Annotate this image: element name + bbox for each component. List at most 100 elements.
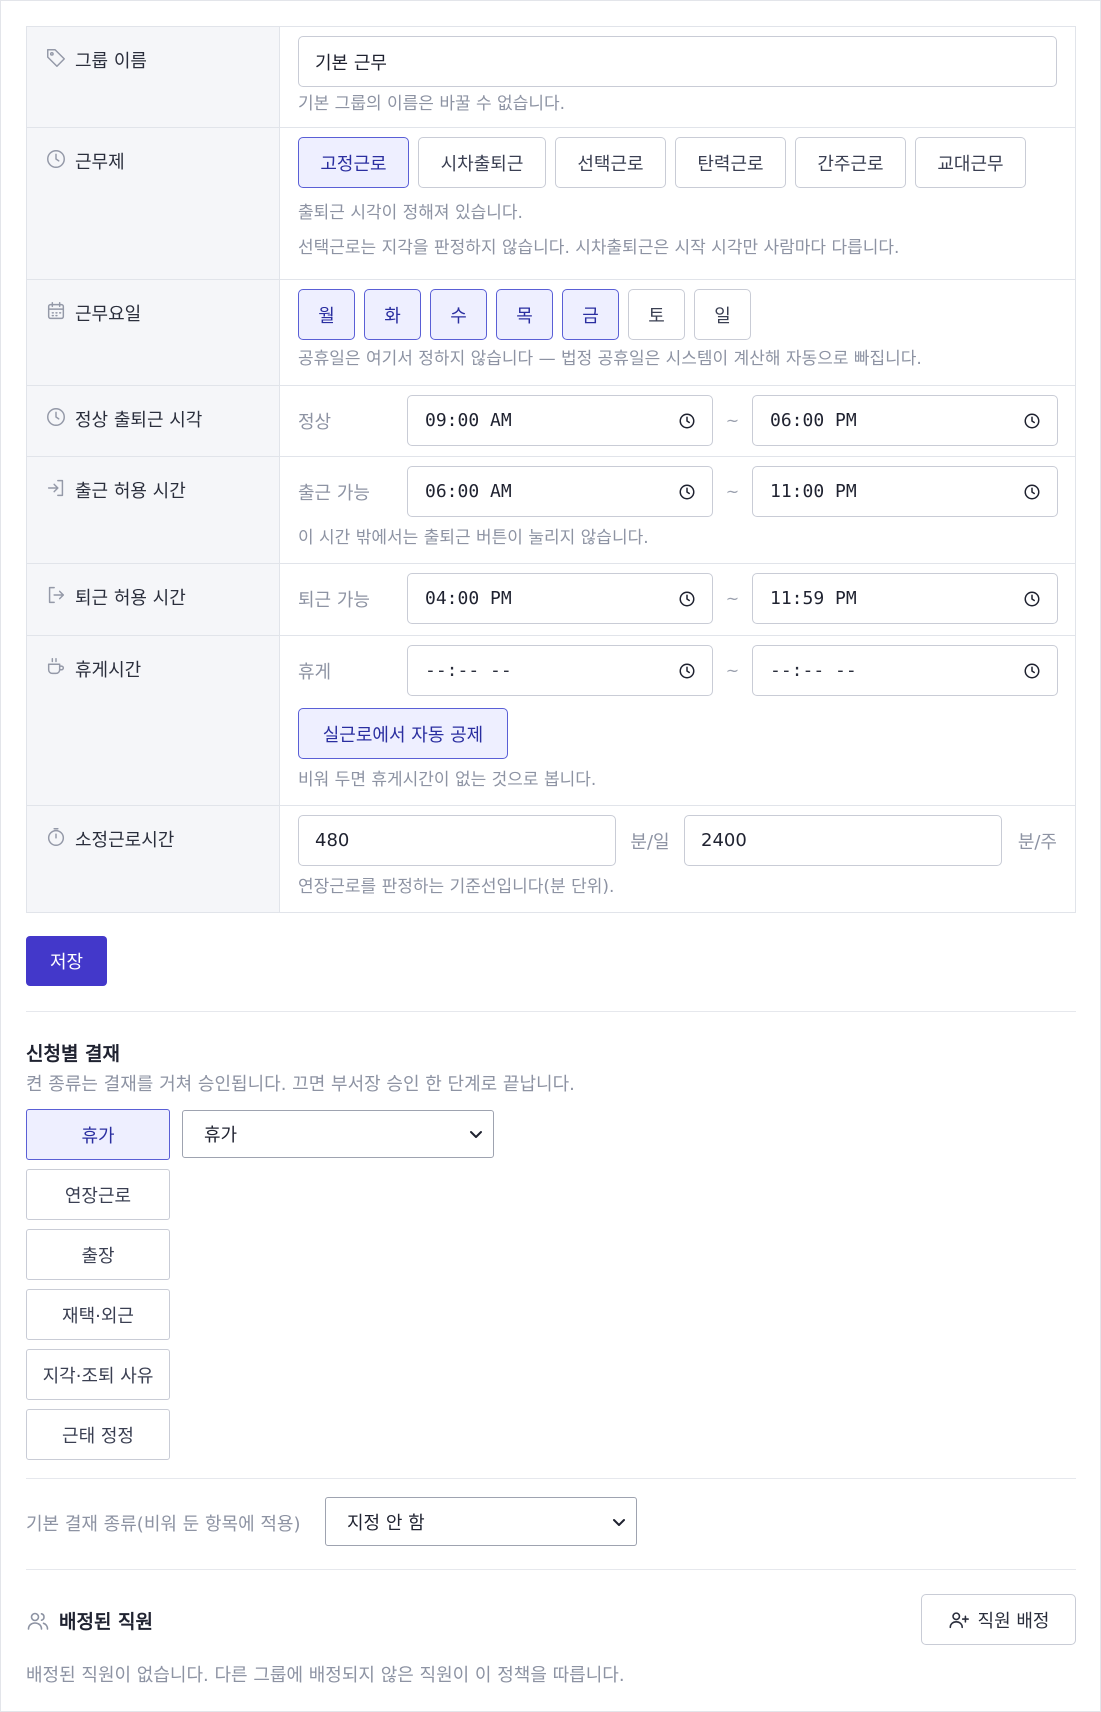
sign-out-icon xyxy=(45,584,67,606)
daily-minutes-input[interactable]: 480 xyxy=(298,815,616,866)
work-system-option-flexible[interactable]: 탄력근로 xyxy=(675,137,786,188)
assigned-section-title: 배정된 직원 xyxy=(59,1611,154,1633)
normal-start-time-input[interactable]: 09:00 AM xyxy=(407,395,713,446)
row-work-days: 근무요일 월 화 수 목 금 토 일 공휴일은 여기서 정하지 않습니다 — 법… xyxy=(27,280,1075,386)
break-start-time-input[interactable]: --:-- -- xyxy=(407,645,713,696)
standard-hours-label: 소정근로시간 xyxy=(75,830,175,851)
assign-employee-label: 직원 배정 xyxy=(977,1610,1050,1632)
work-days-help: 공휴일은 여기서 정하지 않습니다 — 법정 공휴일은 시스템이 계산해 자동으… xyxy=(298,349,922,369)
row-normal-time: 정상 출퇴근 시각 정상 09:00 AM ~ 06:00 PM xyxy=(27,386,1075,457)
save-button[interactable]: 저장 xyxy=(26,936,107,986)
divider xyxy=(26,1569,1076,1570)
label-work-days: 근무요일 xyxy=(27,280,280,385)
label-work-system: 근무제 xyxy=(27,128,280,279)
approval-flow-select[interactable]: 휴가 xyxy=(182,1110,494,1158)
approval-flow-value: 휴가 xyxy=(204,1125,238,1146)
day-chip-sat[interactable]: 토 xyxy=(628,289,685,340)
range-separator: ~ xyxy=(725,589,740,608)
work-system-option-fixed[interactable]: 고정근로 xyxy=(298,137,409,188)
clock-icon[interactable] xyxy=(1023,412,1041,430)
row-standard-hours: 소정근로시간 480 분/일 2400 분/주 연장근로를 판정하는 기준선입니… xyxy=(27,806,1075,912)
assign-employee-button[interactable]: 직원 배정 xyxy=(921,1594,1076,1645)
day-chip-thu[interactable]: 목 xyxy=(496,289,553,340)
users-icon xyxy=(26,1609,50,1633)
work-system-option-shift[interactable]: 교대근무 xyxy=(915,137,1026,188)
default-approval-value: 지정 안 함 xyxy=(347,1512,425,1534)
coffee-icon xyxy=(45,656,67,678)
divider xyxy=(26,1011,1076,1012)
break-end-time-input[interactable]: --:-- -- xyxy=(752,645,1058,696)
checkout-end-time-value: 11:59 PM xyxy=(770,588,857,609)
row-group-name: 그룹 이름 기본 근무 기본 그룹의 이름은 바꿀 수 없습니다. xyxy=(27,27,1075,128)
normal-time-sublabel: 정상 xyxy=(298,411,332,433)
default-approval-select[interactable]: 지정 안 함 xyxy=(325,1497,637,1546)
row-checkin-window: 출근 허용 시간 출근 가능 06:00 AM ~ 11:00 PM 이 시간 … xyxy=(27,457,1075,564)
clock-icon[interactable] xyxy=(678,483,696,501)
assigned-header: 배정된 직원 xyxy=(26,1607,153,1634)
weekly-unit: 분/주 xyxy=(1017,831,1057,853)
break-time-help: 비워 두면 휴게시간이 없는 것으로 봅니다. xyxy=(298,770,597,790)
break-start-time-value: --:-- -- xyxy=(425,660,512,681)
checkin-window-help: 이 시간 밖에서는 출퇴근 버튼이 눌리지 않습니다. xyxy=(298,528,649,548)
checkout-start-time-input[interactable]: 04:00 PM xyxy=(407,573,713,624)
group-name-label: 그룹 이름 xyxy=(75,51,147,72)
clock-icon xyxy=(45,406,67,428)
approval-type-leave[interactable]: 휴가 xyxy=(26,1109,170,1160)
checkin-start-time-input[interactable]: 06:00 AM xyxy=(407,466,713,517)
timer-icon xyxy=(45,826,67,848)
normal-end-time-input[interactable]: 06:00 PM xyxy=(752,395,1058,446)
range-separator: ~ xyxy=(725,482,740,501)
user-plus-icon xyxy=(948,1609,970,1631)
work-system-option-selective[interactable]: 선택근로 xyxy=(555,137,666,188)
checkout-sublabel: 퇴근 가능 xyxy=(298,589,370,611)
checkin-end-time-input[interactable]: 11:00 PM xyxy=(752,466,1058,517)
label-group-name: 그룹 이름 xyxy=(27,27,280,127)
clock-icon[interactable] xyxy=(678,590,696,608)
work-policy-form: 그룹 이름 기본 근무 기본 그룹의 이름은 바꿀 수 없습니다. 근무제 고정… xyxy=(26,26,1076,913)
approval-type-remote[interactable]: 재택·외근 xyxy=(26,1289,170,1340)
weekly-minutes-input[interactable]: 2400 xyxy=(684,815,1002,866)
auto-deduct-toggle[interactable]: 실근로에서 자동 공제 xyxy=(298,708,508,759)
label-checkout-window: 퇴근 허용 시간 xyxy=(27,564,280,635)
break-time-label: 휴게시간 xyxy=(75,660,142,681)
work-system-help-1: 출퇴근 시각이 정해져 있습니다. xyxy=(298,203,523,223)
clock-icon[interactable] xyxy=(1023,662,1041,680)
assigned-empty-text: 배정된 직원이 없습니다. 다른 그룹에 배정되지 않은 직원이 이 정책을 따… xyxy=(26,1665,625,1686)
label-normal-time: 정상 출퇴근 시각 xyxy=(27,386,280,456)
chevron-down-icon xyxy=(469,1127,483,1141)
work-days-options: 월 화 수 목 금 토 일 xyxy=(298,289,1057,340)
range-separator: ~ xyxy=(725,411,740,430)
daily-unit: 분/일 xyxy=(630,831,670,853)
normal-end-time-value: 06:00 PM xyxy=(770,410,857,431)
calendar-icon xyxy=(45,300,67,322)
normal-time-label: 정상 출퇴근 시각 xyxy=(75,410,203,431)
work-system-option-deemed[interactable]: 간주근로 xyxy=(795,137,906,188)
checkout-end-time-input[interactable]: 11:59 PM xyxy=(752,573,1058,624)
label-break-time: 휴게시간 xyxy=(27,636,280,805)
work-system-help-2: 선택근로는 지각을 판정하지 않습니다. 시차출퇴근은 시작 시각만 사람마다 … xyxy=(298,238,900,258)
approval-type-late-early[interactable]: 지각·조퇴 사유 xyxy=(26,1349,170,1400)
approval-type-business-trip[interactable]: 출장 xyxy=(26,1229,170,1280)
standard-hours-help: 연장근로를 판정하는 기준선입니다(분 단위). xyxy=(298,877,615,897)
day-chip-tue[interactable]: 화 xyxy=(364,289,421,340)
normal-start-time-value: 09:00 AM xyxy=(425,410,512,431)
group-name-input[interactable]: 기본 근무 xyxy=(298,36,1057,87)
day-chip-fri[interactable]: 금 xyxy=(562,289,619,340)
day-chip-sun[interactable]: 일 xyxy=(694,289,751,340)
day-chip-mon[interactable]: 월 xyxy=(298,289,355,340)
clock-icon xyxy=(45,148,67,170)
clock-icon[interactable] xyxy=(1023,590,1041,608)
work-system-option-staggered[interactable]: 시차출퇴근 xyxy=(418,137,546,188)
checkout-start-time-value: 04:00 PM xyxy=(425,588,512,609)
day-chip-wed[interactable]: 수 xyxy=(430,289,487,340)
row-work-system: 근무제 고정근로 시차출퇴근 선택근로 탄력근로 간주근로 교대근무 출퇴근 시… xyxy=(27,128,1075,280)
default-approval-label: 기본 결재 종류(비워 둔 항목에 적용) xyxy=(26,1514,301,1535)
clock-icon[interactable] xyxy=(678,412,696,430)
approval-type-overtime[interactable]: 연장근로 xyxy=(26,1169,170,1220)
divider xyxy=(26,1478,1076,1479)
row-break-time: 휴게시간 휴게 --:-- -- ~ --:-- -- 실근로에서 자동 공제 xyxy=(27,636,1075,806)
clock-icon[interactable] xyxy=(678,662,696,680)
clock-icon[interactable] xyxy=(1023,483,1041,501)
approval-type-correction[interactable]: 근태 정정 xyxy=(26,1409,170,1460)
label-checkin-window: 출근 허용 시간 xyxy=(27,457,280,563)
